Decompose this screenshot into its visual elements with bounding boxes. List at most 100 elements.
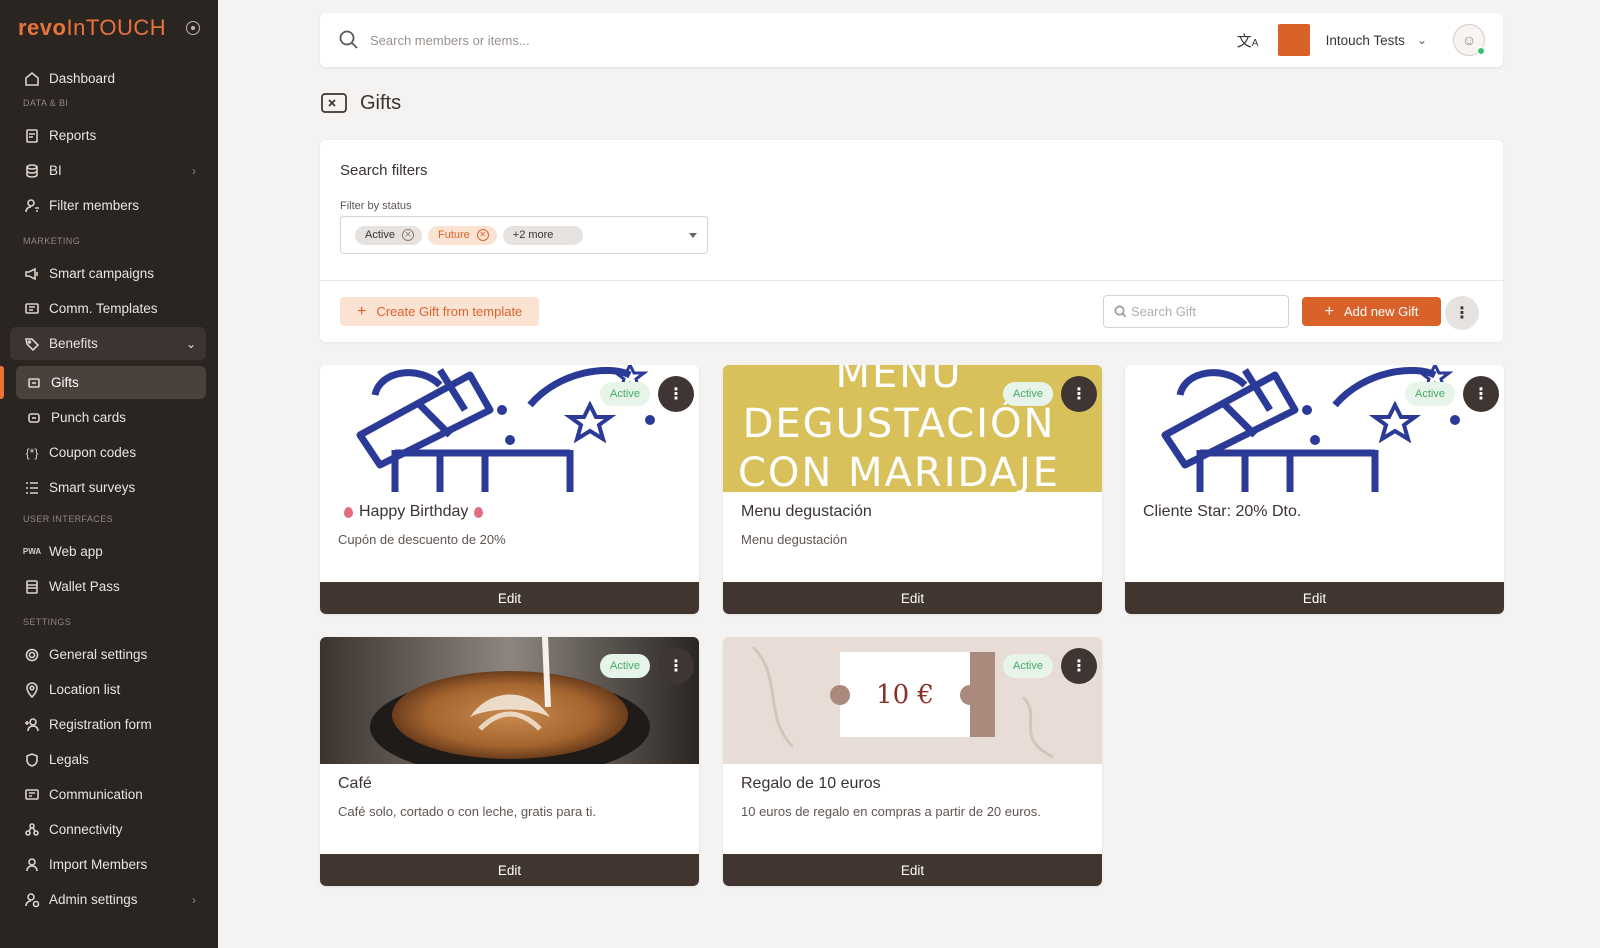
gift-title: Happy Birthday [338,503,489,521]
translate-icon[interactable]: 文A [1236,30,1260,51]
plus-icon: + [1324,302,1334,320]
dropdown-caret-icon[interactable] [689,232,697,238]
section-marketing: MARKETING [23,236,81,246]
sidebar-item-comm-templates[interactable]: Comm. Templates [10,292,206,325]
gift-card[interactable]: MENU DEGUSTACIÓN CON MARIDAJE Active ⋮ M… [723,365,1102,614]
org-logo[interactable] [1277,24,1310,56]
gift-title: Regalo de 10 euros [741,775,881,792]
sidebar-item-general-settings[interactable]: General settings [10,638,206,671]
edit-button[interactable]: Edit [723,854,1102,886]
card-menu-button[interactable]: ⋮ [1061,648,1097,684]
banner-line-1: MENU [836,365,963,397]
message-icon [24,301,40,317]
sidebar-item-gifts[interactable]: Gifts [16,366,206,399]
remove-chip-icon[interactable]: ✕ [476,229,489,241]
card-menu-button[interactable]: ⋮ [1061,376,1097,412]
status-badge: Active [1003,654,1053,678]
status-filter-select[interactable]: Active ✕ Future ✕ +2 more [340,216,708,254]
status-badge: Active [600,654,650,678]
shield-icon [24,752,40,768]
user-icon [24,857,40,873]
coupon-code-icon: {*} [25,445,39,460]
section-user-interfaces: USER INTERFACES [23,514,114,524]
sidebar-item-location-list[interactable]: Location list [10,673,206,706]
edit-button[interactable]: Edit [723,582,1102,614]
sidebar-item-import-members[interactable]: Import Members [10,848,206,881]
avatar[interactable]: ☺ [1453,24,1485,56]
chevron-down-icon[interactable]: ⌄ [1417,33,1427,47]
sidebar-item-bi[interactable]: BI › [10,154,206,187]
sidebar-item-web-app[interactable]: PWA Web app [10,535,206,568]
sidebar-item-reports[interactable]: Reports [10,119,206,152]
reports-icon [24,128,40,144]
edit-button[interactable]: Edit [320,854,699,886]
sidebar-item-connectivity[interactable]: Connectivity [10,813,206,846]
status-chip-future[interactable]: Future ✕ [427,225,497,245]
add-new-gift-button[interactable]: + Add new Gift [1302,297,1441,326]
plus-icon: + [357,302,367,320]
gift-title: Café [338,775,372,792]
banner-line-3: CON MARIDAJE [738,450,1060,492]
edit-button[interactable]: Edit [320,582,699,614]
gift-card[interactable]: Active ⋮ Café Café solo, cortado o con l… [320,637,699,886]
card-menu-button[interactable]: ⋮ [1463,376,1499,412]
gift-card[interactable]: 10 € Active ⋮ Regalo de 10 euros 10 euro… [723,637,1102,886]
user-filter-icon [24,198,40,214]
sidebar-item-wallet-pass[interactable]: Wallet Pass [10,570,206,603]
sidebar-item-admin-settings[interactable]: Admin settings › [10,883,206,916]
banner-line-2: DEGUSTACIÓN [743,399,1056,447]
database-icon [24,163,40,179]
wallet-icon [24,579,40,595]
sidebar-item-coupon-codes[interactable]: {*} Coupon codes [10,436,206,469]
sidebar-item-filter-members[interactable]: Filter members [10,189,206,222]
card-menu-button[interactable]: ⋮ [658,376,694,412]
sidebar-collapse-icon[interactable] [186,21,200,35]
active-indicator [0,366,4,399]
brand: revoInTOUCH [0,0,218,56]
chat-icon [24,787,40,803]
section-settings: SETTINGS [23,617,72,627]
gift-title: Cliente Star: 20% Dto. [1143,503,1302,520]
punch-card-icon [26,410,42,426]
gift-description: Café solo, cortado o con leche, gratis p… [338,804,596,819]
status-chip-active[interactable]: Active ✕ [355,225,422,245]
sidebar-item-dashboard[interactable]: Dashboard [10,62,206,95]
sidebar-item-punch-cards[interactable]: Punch cards [16,401,206,434]
gift-description: 10 euros de regalo en compras a partir d… [741,804,1041,819]
sidebar-item-benefits[interactable]: Benefits ⌄ [10,327,206,360]
org-name[interactable]: Intouch Tests [1326,33,1405,48]
gift-search-input[interactable] [1131,304,1281,319]
search-icon [1114,305,1127,318]
location-pin-icon [24,681,40,698]
gear-icon [24,647,40,663]
online-status-dot [1477,47,1485,55]
create-gift-from-template-button[interactable]: + Create Gift from template [340,297,540,326]
more-options-button[interactable]: ⋮ [1445,296,1479,330]
chevron-down-icon: ⌄ [185,336,196,351]
sidebar-item-registration-form[interactable]: Registration form [10,708,206,741]
sidebar: revoInTOUCH Dashboard DATA & BI Reports … [0,0,218,948]
card-menu-button[interactable]: ⋮ [658,648,694,684]
gift-search-field[interactable] [1103,295,1289,328]
gift-card[interactable]: Active ⋮ Cliente Star: 20% Dto. Edit [1125,365,1504,614]
megaphone-icon [24,266,40,282]
sidebar-item-communication[interactable]: Communication [10,778,206,811]
admin-icon [24,892,40,908]
user-add-icon [24,717,40,733]
member-search-input[interactable] [370,32,1070,48]
remove-chip-icon[interactable]: ✕ [401,229,414,241]
gift-card[interactable]: Active ⋮ Happy Birthday Cupón de descuen… [320,365,699,614]
status-badge: Active [600,382,650,406]
page-header: Gifts [320,91,401,115]
chevron-right-icon: › [192,892,196,907]
sidebar-item-legals[interactable]: Legals [10,743,206,776]
gift-description: Cupón de descuento de 20% [338,532,506,547]
filters-heading: Search filters [340,162,428,179]
brand-logo[interactable]: revoInTOUCH [18,15,166,41]
pwa-icon: PWA [22,547,42,556]
sidebar-item-smart-surveys[interactable]: Smart surveys [10,471,206,504]
top-bar: 文A Intouch Tests ⌄ ☺ [320,13,1503,67]
status-chip-more[interactable]: +2 more [502,225,583,245]
sidebar-item-smart-campaigns[interactable]: Smart campaigns [10,257,206,290]
edit-button[interactable]: Edit [1125,582,1504,614]
